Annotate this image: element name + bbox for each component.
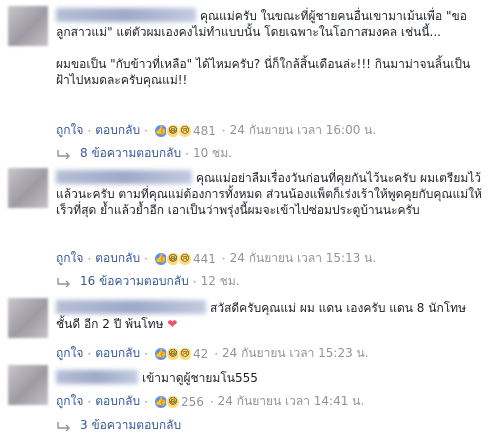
haha-reaction-icon: 😆	[165, 394, 180, 409]
comment-actions: ถูกใจ · ตอบกลับ · 👍 😆 😢 481 · 24 กันยายน…	[56, 121, 376, 140]
reactions[interactable]: 👍 😆	[153, 394, 180, 409]
reply-arrow-icon	[57, 421, 70, 431]
commenter-name[interactable]	[56, 300, 206, 314]
reactions[interactable]: 👍 😆 😢	[153, 251, 192, 266]
comment-actions: ถูกใจ · ตอบกลับ · 👍 😆 😢 42 · 24 กันยายน …	[56, 344, 369, 363]
reply-arrow-icon	[57, 149, 70, 159]
like-link[interactable]: ถูกใจ	[56, 121, 83, 140]
view-replies[interactable]: 8 ข้อความตอบกลับ · 10 ชม.	[56, 144, 232, 163]
reaction-count: 256	[180, 394, 204, 409]
replies-count[interactable]: 3 ข้อความตอบกลับ	[80, 416, 181, 435]
comment-actions: ถูกใจ · ตอบกลับ · 👍 😆 256 · 24 กันยายน เ…	[56, 392, 364, 411]
replies-count[interactable]: 8 ข้อความตอบกลับ	[80, 144, 181, 163]
commenter-name[interactable]	[56, 170, 192, 184]
reactions[interactable]: 👍 😆 😢	[153, 123, 192, 138]
replies-time: 10 ชม.	[192, 146, 232, 160]
avatar[interactable]	[8, 168, 48, 208]
replies-time: 12 ชม.	[200, 274, 240, 288]
avatar[interactable]	[8, 298, 48, 338]
comment-text: คุณแม่อย่าลืมเรื่องวันก่อนที่คุยกันไว้นะ…	[56, 170, 482, 217]
commenter-name[interactable]	[56, 8, 196, 22]
sad-reaction-icon: 😢	[177, 251, 192, 266]
view-replies[interactable]: 16 ข้อความตอบกลับ · 12 ชม.	[56, 272, 240, 291]
avatar[interactable]	[8, 6, 48, 46]
reaction-count: 42	[192, 346, 209, 361]
comment-actions: ถูกใจ · ตอบกลับ · 👍 😆 😢 441 · 24 กันยายน…	[56, 249, 376, 268]
reactions[interactable]: 👍 😆 😢	[153, 346, 192, 361]
comment-text: เข้ามาดูผู้ชายมโน555	[56, 370, 482, 386]
sad-reaction-icon: 😢	[177, 346, 192, 361]
sad-reaction-icon: 😢	[177, 123, 192, 138]
like-link[interactable]: ถูกใจ	[56, 344, 83, 363]
like-link[interactable]: ถูกใจ	[56, 249, 83, 268]
reaction-count: 441	[192, 251, 216, 266]
reply-link[interactable]: ตอบกลับ	[95, 249, 140, 268]
reply-link[interactable]: ตอบกลับ	[95, 344, 140, 363]
commenter-name[interactable]	[56, 370, 138, 384]
avatar[interactable]	[8, 365, 48, 405]
timestamp[interactable]: 24 กันยายน เวลา 14:41 น.	[218, 392, 365, 411]
reaction-count: 481	[192, 123, 216, 138]
reply-link[interactable]: ตอบกลับ	[95, 392, 140, 411]
replies-count[interactable]: 16 ข้อความตอบกลับ	[80, 272, 189, 291]
timestamp[interactable]: 24 กันยายน เวลา 15:23 น.	[222, 344, 369, 363]
comment-text: คุณแม่ครับ ในขณะที่ผู้ชายคนอื่นเขามาเม้น…	[56, 8, 471, 87]
heart-icon: ❤	[167, 317, 178, 331]
reply-arrow-icon	[57, 277, 70, 287]
reply-link[interactable]: ตอบกลับ	[95, 121, 140, 140]
timestamp[interactable]: 24 กันยายน เวลา 16:00 น.	[230, 121, 377, 140]
like-link[interactable]: ถูกใจ	[56, 392, 83, 411]
comment-text: สวัสดีครับคุณแม่ ผม แดน เองครับ แดน 8 นั…	[56, 300, 466, 331]
view-replies[interactable]: 3 ข้อความตอบกลับ	[56, 416, 181, 435]
timestamp[interactable]: 24 กันยายน เวลา 15:13 น.	[230, 249, 377, 268]
